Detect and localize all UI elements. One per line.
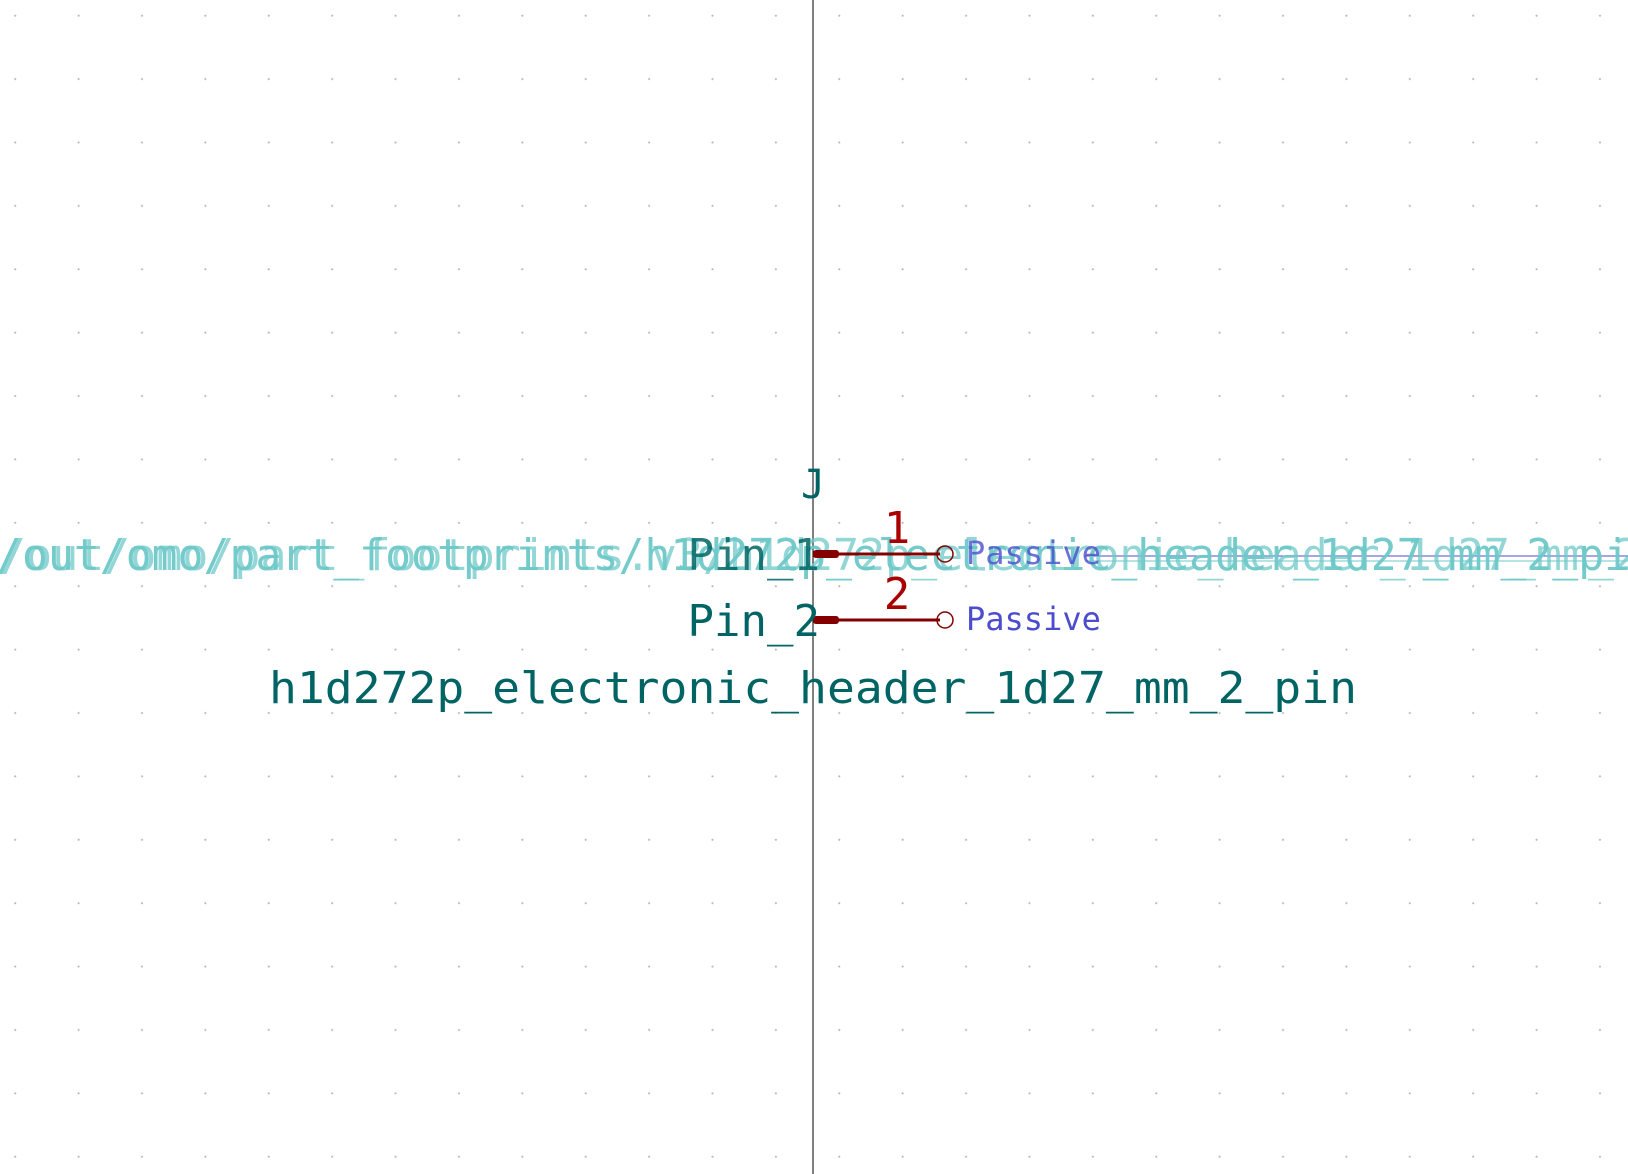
pin-1-name: Pin_1	[688, 530, 820, 581]
symbol-editor-drawing[interactable]: J /out/omo/part_footprints/h1d272p_elect…	[0, 0, 1628, 1174]
pin-2-number: 2	[884, 569, 911, 620]
pin-2-type: Passive	[966, 600, 1101, 638]
pin-1-type: Passive	[966, 534, 1101, 572]
value-field[interactable]: h1d272p_electronic_header_1d27_mm_2_pin	[269, 663, 1357, 714]
pin-1-number: 1	[884, 503, 911, 554]
schematic-canvas[interactable]: J /out/omo/part_footprints/h1d272p_elect…	[0, 0, 1628, 1174]
reference-field[interactable]: J	[801, 462, 825, 508]
pin-2-name: Pin_2	[688, 596, 820, 647]
